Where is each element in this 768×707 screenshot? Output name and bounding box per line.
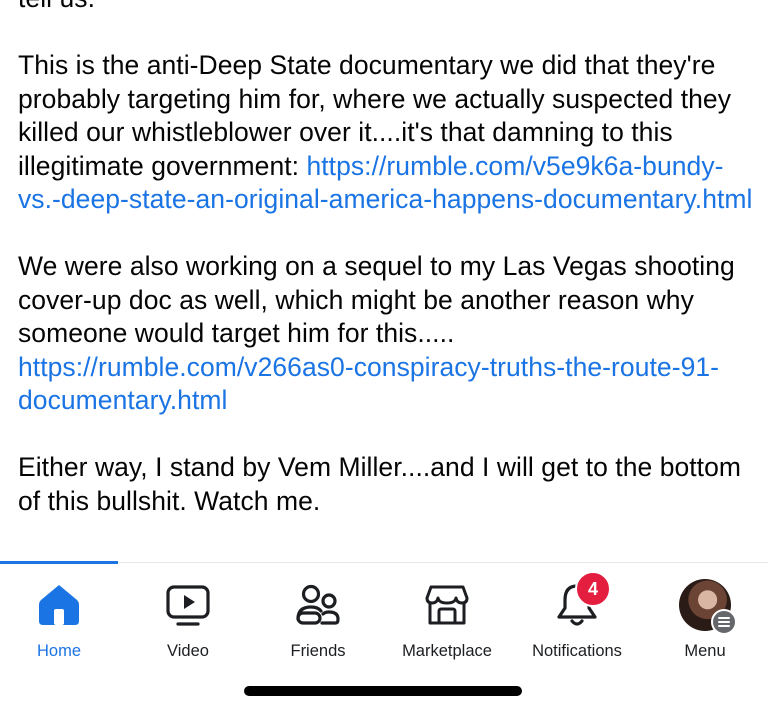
tab-label: Menu [684, 642, 726, 660]
post-body: tell us. This is the anti-Deep State doc… [0, 0, 768, 562]
home-icon [35, 581, 83, 629]
tab-notifications[interactable]: 4 Notifications [518, 563, 636, 673]
notification-count-badge: 4 [575, 571, 611, 607]
marketplace-icon [423, 581, 471, 629]
tab-video[interactable]: Video [128, 563, 248, 673]
paragraph-text: We were also working on a sequel to my L… [18, 251, 735, 348]
friends-icon [294, 581, 342, 629]
home-indicator[interactable] [244, 686, 522, 696]
avatar [679, 579, 737, 635]
menu-lines-icon [711, 609, 737, 635]
tab-home[interactable]: Home [0, 563, 118, 673]
bell-icon: 4 [553, 571, 611, 629]
tab-label: Home [36, 642, 81, 660]
post-paragraph: Either way, I stand by Vem Miller....and… [18, 451, 758, 518]
paragraph-text: Either way, I stand by Vem Miller....and… [18, 452, 742, 516]
post-paragraph: tell us. [18, 0, 758, 16]
post-paragraph: We were also working on a sequel to my L… [18, 250, 758, 418]
tab-menu[interactable]: Menu [646, 563, 764, 673]
video-icon [164, 581, 212, 629]
tab-marketplace[interactable]: Marketplace [386, 563, 508, 673]
tab-label: Notifications [532, 642, 622, 660]
rumble-link-route-91-documentary[interactable]: https://rumble.com/v266as0-conspiracy-tr… [18, 352, 719, 416]
paragraph-text: tell us. [18, 0, 95, 13]
tab-label: Friends [290, 642, 346, 660]
post-paragraph: This is the anti-Deep State documentary … [18, 49, 758, 217]
post-text: tell us. This is the anti-Deep State doc… [18, 0, 758, 518]
tab-friends[interactable]: Friends [258, 563, 378, 673]
tab-label: Video [167, 642, 209, 660]
tab-label: Marketplace [402, 642, 492, 660]
